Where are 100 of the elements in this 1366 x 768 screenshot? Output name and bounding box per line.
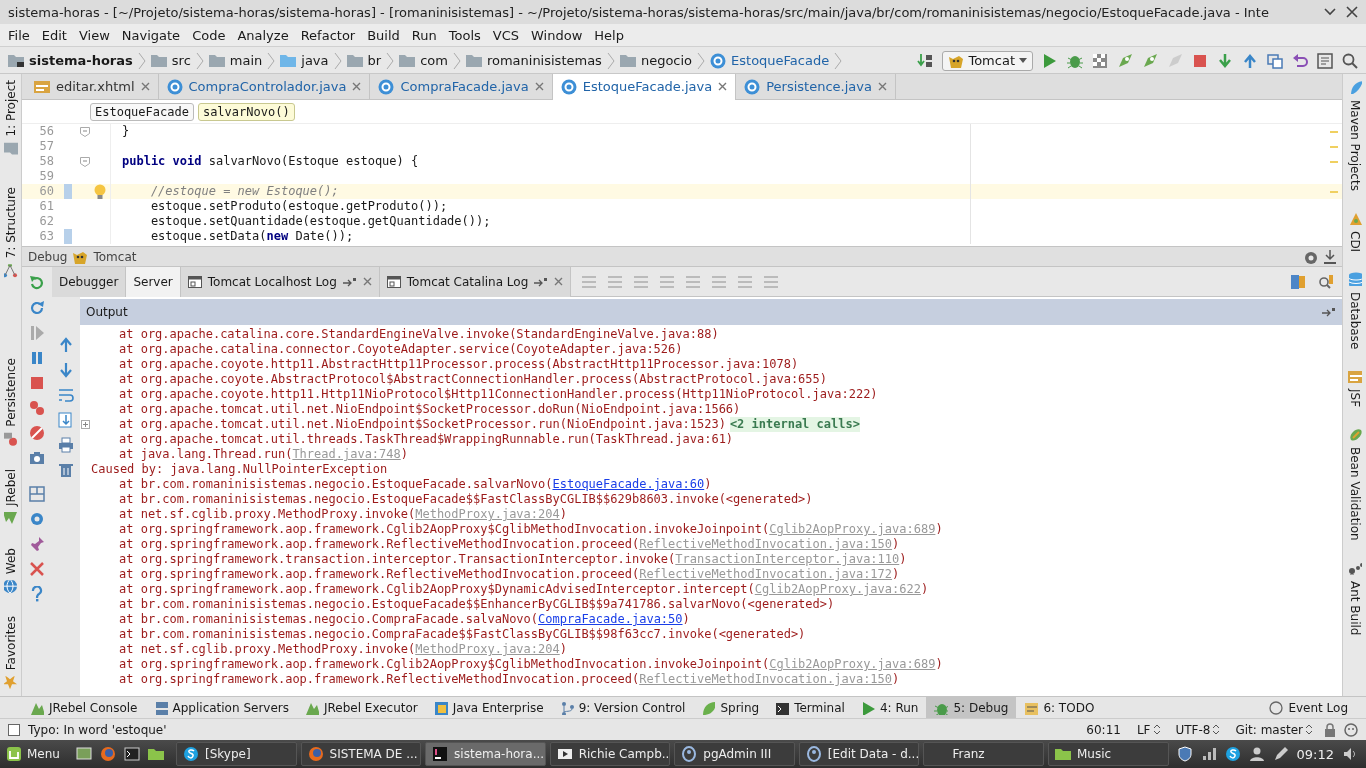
close-icon[interactable] (534, 82, 544, 91)
network-icon[interactable] (1200, 746, 1217, 762)
mute-breakpoints-icon[interactable] (29, 425, 45, 441)
taskbar-window[interactable]: [Skype] (175, 742, 297, 766)
settings-icon[interactable] (29, 511, 45, 527)
tool-window-button[interactable]: Terminal (767, 697, 853, 718)
up-arrow-icon[interactable] (58, 337, 74, 353)
terminal-icon[interactable] (123, 746, 140, 762)
minimize-icon[interactable] (1324, 8, 1336, 16)
breadcrumb-item[interactable]: sistema-horas (8, 52, 133, 69)
trash-icon[interactable] (58, 462, 74, 478)
run-configuration-dropdown[interactable]: Tomcat (942, 50, 1033, 71)
lock-icon[interactable] (1324, 722, 1336, 737)
taskbar-window[interactable]: [Edit Data - d... (798, 742, 920, 766)
editor-tab[interactable]: CompraControlador.java (158, 73, 371, 100)
log-search-icon[interactable] (1318, 273, 1334, 290)
show-desktop-icon[interactable] (75, 746, 92, 762)
menu-item[interactable]: Refactor (294, 25, 362, 45)
breadcrumb-item[interactable]: negocio (619, 52, 693, 69)
resume-icon[interactable] (29, 325, 45, 341)
pause-icon[interactable] (29, 350, 45, 366)
git-branch-selector[interactable]: Git: master (1231, 722, 1316, 737)
menu-item[interactable]: File (2, 25, 36, 45)
rerun-icon[interactable] (29, 275, 45, 291)
pin-out-icon[interactable] (1322, 307, 1336, 317)
menu-item[interactable]: Window (525, 25, 589, 45)
lightbulb-icon[interactable] (93, 184, 107, 199)
caret-position[interactable]: 60:11 (1082, 722, 1125, 737)
internal-calls-note[interactable]: <2 internal calls> (729, 417, 860, 432)
hide-icon[interactable] (1322, 248, 1336, 265)
print-icon[interactable] (58, 437, 74, 453)
tool-window-button[interactable]: JRebel Executor (297, 697, 426, 718)
camera-icon[interactable] (29, 450, 45, 466)
pin-icon[interactable] (29, 536, 45, 552)
close-icon[interactable] (362, 277, 372, 286)
help-icon[interactable] (29, 586, 45, 602)
tool-window-button[interactable]: 5: Debug (926, 697, 1017, 718)
taskbar-window[interactable]: Richie Campb... (549, 742, 671, 766)
tool-window-button[interactable]: 9: Version Control (551, 697, 694, 718)
close-icon[interactable] (554, 277, 564, 286)
tool-window-button[interactable]: Ant Build (1347, 561, 1362, 636)
tool-window-button[interactable]: Application Servers (145, 697, 297, 718)
search-icon[interactable] (1342, 52, 1358, 69)
fold-marker-icon[interactable] (80, 126, 90, 137)
face-icon[interactable] (1344, 722, 1358, 737)
debug-tab[interactable]: Server (126, 266, 181, 297)
source-link[interactable]: EstoqueFacade.java:60 (552, 477, 705, 491)
taskbar-window[interactable]: Franz (923, 742, 1044, 766)
tool-window-button[interactable]: Favorites (3, 615, 18, 690)
breakpoints-icon[interactable] (29, 400, 45, 416)
restart-icon[interactable] (29, 300, 45, 316)
tool-window-button[interactable]: Event Log (1261, 697, 1366, 718)
breadcrumb-item[interactable]: EstoqueFacade (710, 52, 830, 69)
breadcrumb-item[interactable]: com (399, 52, 448, 69)
source-link[interactable]: CompraFacade.java:50 (538, 612, 683, 626)
run-icon[interactable] (1042, 52, 1058, 69)
tool-window-button[interactable]: Maven Projects (1347, 80, 1362, 191)
tool-window-button[interactable]: 7: Structure (3, 186, 18, 278)
editor-tab[interactable]: CompraFacade.java (370, 73, 553, 100)
code-breadcrumb[interactable]: salvarNovo() (197, 102, 295, 121)
menu-item[interactable]: Run (405, 25, 443, 45)
pin-out-icon[interactable] (342, 276, 357, 287)
menu-item[interactable]: View (72, 25, 116, 45)
compare-icon[interactable] (1267, 52, 1283, 69)
line-separator-selector[interactable]: LF (1132, 722, 1164, 737)
close-icon[interactable] (29, 561, 45, 577)
settings-icon[interactable] (1303, 249, 1317, 264)
scroll-to-end-icon[interactable] (58, 412, 74, 428)
breadcrumb-item[interactable]: romaninisistemas (465, 52, 602, 69)
vcs-commit-icon[interactable] (1242, 52, 1258, 69)
close-icon[interactable] (1346, 6, 1358, 18)
stop-icon[interactable] (1192, 52, 1208, 69)
folder-icon[interactable] (147, 746, 164, 762)
breadcrumb-item[interactable]: main (208, 52, 263, 69)
tool-window-button[interactable]: CDI (1347, 210, 1362, 253)
tool-window-button[interactable]: Web (3, 547, 18, 594)
menu-item[interactable]: Help (588, 25, 630, 45)
layers-icon[interactable] (1290, 273, 1306, 290)
menu-item[interactable]: Navigate (115, 25, 187, 45)
pin-out-icon[interactable] (534, 276, 549, 287)
tool-window-button[interactable]: Persistence (3, 357, 18, 447)
breadcrumb-item[interactable]: br (346, 52, 382, 69)
project-structure-icon[interactable] (1317, 52, 1333, 69)
tool-window-button[interactable]: Spring (693, 697, 768, 718)
undo-icon[interactable] (1292, 52, 1308, 69)
taskbar-window[interactable]: pgAdmin III (674, 742, 795, 766)
layout-icon[interactable] (29, 486, 45, 502)
tool-window-button[interactable]: JRebel (3, 468, 18, 526)
tool-window-button[interactable]: 1: Project (3, 80, 18, 157)
shield-icon[interactable] (1176, 746, 1193, 762)
taskbar-window[interactable]: Music (1048, 742, 1169, 766)
build-icon[interactable] (917, 52, 934, 69)
code-breadcrumb[interactable]: EstoqueFacade (90, 102, 194, 121)
rocket-icon[interactable] (1117, 52, 1133, 69)
expand-icon[interactable] (81, 420, 90, 429)
editor-tab[interactable]: editar.xhtml (26, 73, 159, 100)
menu-item[interactable]: Tools (442, 25, 487, 45)
breadcrumb-item[interactable]: java (280, 52, 329, 69)
editor-tab[interactable]: Persistence.java (736, 73, 896, 100)
menu-item[interactable]: Build (361, 25, 406, 45)
